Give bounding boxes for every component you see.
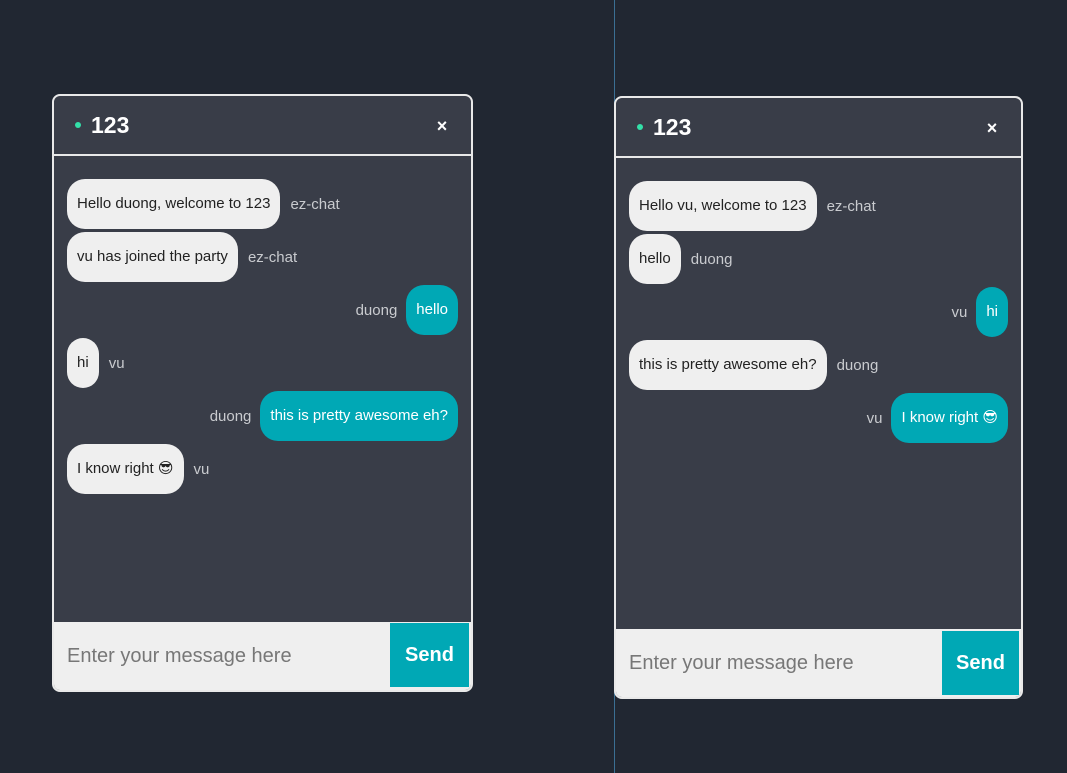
message-bubble: this is pretty awesome eh? bbox=[629, 340, 827, 390]
message-sender: vu bbox=[108, 354, 125, 372]
message-row: vu hi bbox=[629, 287, 1008, 337]
message-row: I know right 😎 vu bbox=[67, 444, 458, 494]
message-row: hi vu bbox=[67, 338, 458, 388]
message-bubble: hi bbox=[67, 338, 99, 388]
message-input[interactable] bbox=[54, 622, 390, 690]
message-bubble: vu has joined the party bbox=[67, 232, 238, 282]
online-status-icon bbox=[637, 124, 643, 130]
close-icon[interactable]: × bbox=[431, 115, 453, 137]
room-title: 123 bbox=[653, 114, 692, 140]
message-sender: vu bbox=[866, 409, 883, 427]
message-input[interactable] bbox=[616, 629, 942, 697]
send-button[interactable]: Send bbox=[390, 623, 469, 687]
message-sender: vu bbox=[193, 460, 210, 478]
chat-window-duong: 123 × Hello duong, welcome to 123 ez-cha… bbox=[52, 94, 473, 692]
message-bubble: Hello duong, welcome to 123 bbox=[67, 179, 281, 229]
chat-window-vu: 123 × Hello vu, welcome to 123 ez-chat h… bbox=[614, 96, 1023, 699]
message-sender: duong bbox=[355, 301, 398, 319]
message-bubble: hi bbox=[976, 287, 1008, 337]
message-row: Hello vu, welcome to 123 ez-chat bbox=[629, 181, 1008, 231]
chat-header: 123 × bbox=[616, 98, 1021, 158]
message-sender: duong bbox=[690, 250, 733, 268]
message-bubble: hello bbox=[406, 285, 458, 335]
message-bubble: this is pretty awesome eh? bbox=[260, 391, 458, 441]
close-icon[interactable]: × bbox=[981, 117, 1003, 139]
message-list[interactable]: Hello duong, welcome to 123 ez-chat vu h… bbox=[54, 156, 471, 622]
message-bubble: I know right 😎 bbox=[891, 393, 1008, 443]
chat-header: 123 × bbox=[54, 96, 471, 156]
message-sender: vu bbox=[951, 303, 968, 321]
message-row: duong hello bbox=[67, 285, 458, 335]
message-sender: ez-chat bbox=[826, 197, 876, 215]
message-row: vu I know right 😎 bbox=[629, 393, 1008, 443]
online-status-icon bbox=[75, 122, 81, 128]
message-row: this is pretty awesome eh? duong bbox=[629, 340, 1008, 390]
room-title: 123 bbox=[91, 112, 130, 138]
message-sender: duong bbox=[209, 407, 252, 425]
message-bubble: I know right 😎 bbox=[67, 444, 184, 494]
message-bubble: Hello vu, welcome to 123 bbox=[629, 181, 817, 231]
message-bubble: hello bbox=[629, 234, 681, 284]
message-row: hello duong bbox=[629, 234, 1008, 284]
message-sender: ez-chat bbox=[247, 248, 298, 266]
message-composer: Send bbox=[616, 629, 1021, 697]
message-row: duong this is pretty awesome eh? bbox=[67, 391, 458, 441]
message-sender: ez-chat bbox=[290, 195, 340, 213]
send-button[interactable]: Send bbox=[942, 631, 1019, 695]
message-sender: duong bbox=[836, 356, 879, 374]
message-row: Hello duong, welcome to 123 ez-chat bbox=[67, 179, 458, 229]
message-row: vu has joined the party ez-chat bbox=[67, 232, 458, 282]
message-list[interactable]: Hello vu, welcome to 123 ez-chat hello d… bbox=[616, 158, 1021, 629]
message-composer: Send bbox=[54, 622, 471, 690]
